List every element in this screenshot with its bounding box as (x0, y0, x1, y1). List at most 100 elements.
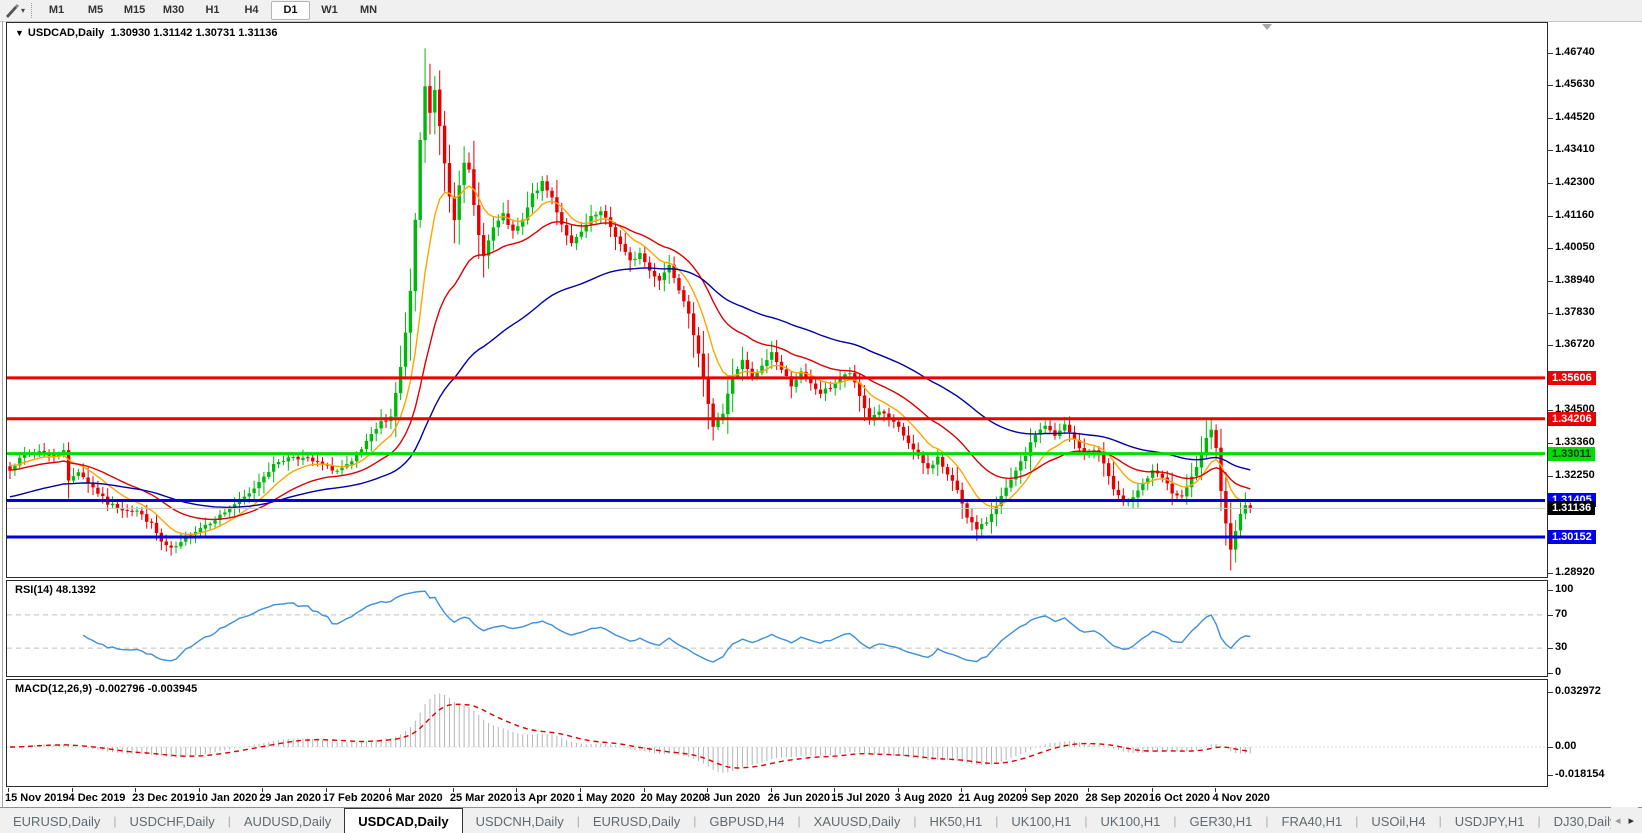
timeframe-button-m1[interactable]: M1 (37, 1, 76, 20)
date-axis: 15 Nov 2019 4 Dec 2019 23 Dec 2019 10 Jan 2… (0, 788, 1642, 805)
axis-tick-label: 30 (1555, 641, 1568, 654)
bottom-tab-eurusd-0[interactable]: EURUSD,Daily (0, 808, 113, 833)
axis-tick-label: 1.44520 (1555, 110, 1595, 123)
timeframe-button-m15[interactable]: M15 (115, 1, 154, 20)
rsi-canvas[interactable] (7, 581, 1545, 674)
axis-tick-label: 1.42300 (1555, 175, 1595, 188)
axis-tick (1548, 280, 1553, 282)
macd-canvas[interactable] (7, 680, 1545, 784)
date-label: 23 Dec 2019 (132, 792, 196, 804)
price-level-badge: 1.30152 (1548, 530, 1596, 545)
bottom-tab-xauusd-7[interactable]: XAUUSD,Daily (801, 808, 914, 833)
chart-shift-marker[interactable] (1262, 24, 1273, 30)
timeframe-button-m30[interactable]: M30 (154, 1, 193, 20)
axis-tick (1548, 248, 1553, 250)
bottom-tab-ger30-11[interactable]: GER30,H1 (1177, 808, 1266, 833)
timeframe-button-w1[interactable]: W1 (310, 1, 349, 20)
bottom-tab-gbpusd-6[interactable]: GBPUSD,H4 (696, 808, 797, 833)
axis-tick-label: 1.38940 (1555, 273, 1595, 286)
timeframe-button-h4[interactable]: H4 (232, 1, 271, 20)
timeframe-button-mn[interactable]: MN (349, 1, 388, 20)
axis-tick-label: 1.46740 (1555, 46, 1595, 58)
axis-tick (1548, 590, 1553, 591)
axis-tick-label: 1.45630 (1555, 78, 1595, 91)
bottom-tab-eurusd-5[interactable]: EURUSD,Daily (580, 808, 693, 833)
axis-tick (1548, 443, 1553, 445)
timeframe-button-h1[interactable]: H1 (193, 1, 232, 20)
date-label: 16 Oct 2020 (1148, 792, 1211, 804)
axis-tick-label: 1.28920 (1555, 566, 1595, 578)
axis-tick (1548, 614, 1553, 616)
chart-symbol: USDCAD,Daily (27, 27, 105, 39)
axis-tick (1548, 150, 1553, 152)
bottom-tab-hk50-8[interactable]: HK50,H1 (916, 808, 995, 833)
date-label: 10 Jan 2020 (195, 792, 258, 804)
date-label: 29 Jan 2020 (259, 792, 321, 804)
date-label: 20 May 2020 (640, 792, 705, 804)
date-label: 4 Nov 2020 (1212, 792, 1270, 804)
axis-tick (1548, 775, 1553, 776)
chart-collapse-icon[interactable]: ▼ (15, 28, 24, 38)
date-label: 21 Aug 2020 (958, 792, 1023, 804)
chart-ohlc-values: 1.30930 1.31142 1.30731 1.31136 (110, 27, 278, 39)
date-label: 25 Mar 2020 (449, 792, 513, 804)
tab-scroll-arrows: ◂ ▸ (1610, 807, 1638, 833)
bottom-tab-audusd-2[interactable]: AUDUSD,Daily (231, 808, 344, 833)
date-label: 15 Nov 2019 (5, 792, 69, 804)
date-label: 13 Apr 2020 (513, 792, 575, 804)
date-label: 6 Mar 2020 (386, 792, 443, 804)
axis-tick (1548, 345, 1553, 347)
toolbar-grip (31, 3, 33, 18)
axis-tick-label: 0.032972 (1555, 685, 1601, 697)
timeframe-toolbar: ▾ M1 M5 M15 M30 H1 H4 D1 W1 MN (0, 0, 1642, 22)
axis-tick (1548, 215, 1553, 217)
bottom-tab-fra40-12[interactable]: FRA40,H1 (1269, 808, 1356, 833)
date-label: 9 Sep 2020 (1021, 792, 1079, 804)
date-label: 15 Jul 2020 (831, 792, 890, 804)
axis-tick (1548, 747, 1553, 748)
bottom-tab-uk100-9[interactable]: UK100,H1 (998, 808, 1084, 833)
chart-tab-bar: EURUSD,Daily | USDCHF,Daily | AUDUSD,Daily US… (0, 807, 1642, 833)
date-label: 4 Dec 2019 (68, 792, 126, 804)
window-left-edge (2, 21, 3, 833)
tool-dropdown-icon[interactable]: ▾ (21, 6, 25, 15)
axis-tick (1548, 53, 1553, 54)
bottom-tab-usdchf-1[interactable]: USDCHF,Daily (117, 808, 228, 833)
axis-tick-label: 1.36720 (1555, 338, 1595, 351)
price-level-badge: 1.35606 (1548, 370, 1596, 385)
timeframe-buttons: M1 M5 M15 M30 H1 H4 D1 W1 MN (37, 1, 388, 20)
rsi-panel: RSI(14) 48.1392 (6, 580, 1548, 677)
axis-tick-label: 70 (1555, 607, 1568, 620)
timeframe-button-d1[interactable]: D1 (271, 1, 311, 20)
date-label: 26 Jun 2020 (767, 792, 830, 804)
rsi-label: RSI(14) 48.1392 (15, 584, 96, 596)
draw-tool-icon[interactable] (3, 3, 21, 19)
timeframe-button-m5[interactable]: M5 (76, 1, 115, 20)
axis-tick-label: 1.43410 (1555, 143, 1595, 156)
price-level-badge: 1.34206 (1548, 411, 1596, 426)
bottom-tab-usoil-13[interactable]: USOil,H4 (1358, 808, 1438, 833)
axis-tick (1548, 475, 1553, 477)
macd-panel: MACD(12,26,9) -0.002796 -0.003945 (6, 679, 1548, 787)
macd-label: MACD(12,26,9) -0.002796 -0.003945 (15, 683, 198, 695)
tab-scroll-left-icon[interactable]: ◂ (1615, 814, 1621, 827)
axis-tick-label: 1.41160 (1555, 208, 1595, 221)
axis-tick-label: -0.018154 (1555, 768, 1605, 780)
bottom-tab-usdcad-3[interactable]: USDCAD,Daily (344, 808, 463, 833)
date-label: 17 Feb 2020 (322, 792, 386, 804)
date-label: 8 Jun 2020 (704, 792, 761, 804)
axis-tick (1548, 85, 1553, 87)
axis-tick (1548, 117, 1553, 119)
bottom-tab-usdcnh-4[interactable]: USDCNH,Daily (463, 808, 577, 833)
date-label: 1 May 2020 (576, 792, 636, 804)
price-axis: 1.46740 1.45630 1.44520 1.43410 1.42300 1.411… (1548, 22, 1642, 787)
price-level-badge: 1.33011 (1548, 446, 1596, 461)
axis-tick-label: 0 (1555, 666, 1562, 678)
axis-tick (1548, 673, 1553, 674)
chart-title: ▼ USDCAD,Daily 1.30930 1.31142 1.30731 1.… (15, 27, 277, 39)
main-chart-canvas[interactable] (7, 23, 1545, 575)
bottom-tab-usdjpy-14[interactable]: USDJPY,H1 (1442, 808, 1538, 833)
tab-scroll-right-icon[interactable]: ▸ (1628, 814, 1634, 827)
main-price-panel: ▼ USDCAD,Daily 1.30930 1.31142 1.30731 1.… (6, 22, 1548, 578)
bottom-tab-uk100-10[interactable]: UK100,H1 (1087, 808, 1173, 833)
